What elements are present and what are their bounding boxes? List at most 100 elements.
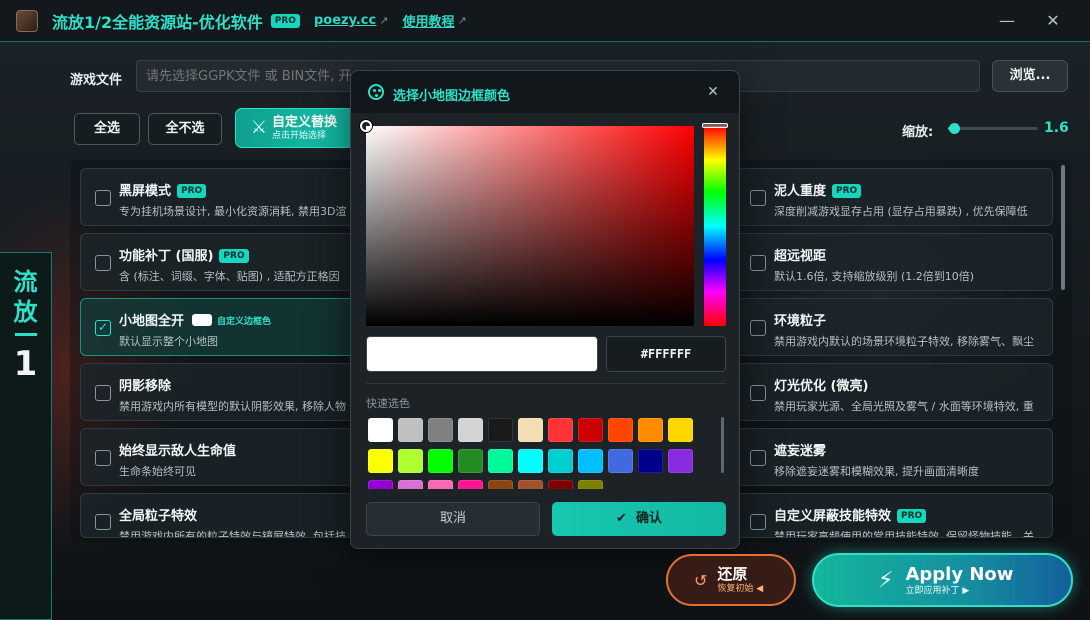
- feature-card[interactable]: 泥人重度 PRO 深度削减游戏显存占用 (显存占用暴跌) , 优先保障低: [735, 168, 1053, 226]
- minimize-button[interactable]: —: [996, 10, 1018, 32]
- hue-slider[interactable]: [704, 126, 726, 326]
- feature-title: 小地图全开: [119, 314, 185, 329]
- close-window-button[interactable]: ✕: [1042, 10, 1064, 32]
- color-swatch[interactable]: [548, 449, 573, 473]
- color-swatch[interactable]: [518, 480, 543, 489]
- color-swatch[interactable]: [638, 418, 663, 442]
- hex-input[interactable]: #FFFFFF: [606, 336, 726, 372]
- feature-description: 禁用游戏内所有的粒子特效与镜屏特效, 包括技: [119, 530, 346, 538]
- zoom-slider[interactable]: [948, 127, 1038, 130]
- checkbox[interactable]: [750, 385, 766, 401]
- checkbox[interactable]: [750, 255, 766, 271]
- color-swatch[interactable]: [518, 418, 543, 442]
- feature-title: 遮妄迷雾: [774, 444, 827, 459]
- feature-card[interactable]: ✓ 小地图全开 自定义边框色 默认显示整个小地图: [80, 298, 370, 356]
- apply-now-button[interactable]: ⚡ Apply Now 立即应用补丁 ▶: [812, 553, 1073, 607]
- color-swatch[interactable]: [458, 418, 483, 442]
- color-swatch[interactable]: [608, 418, 633, 442]
- zoom-slider-thumb[interactable]: [949, 123, 961, 134]
- color-swatch[interactable]: [668, 418, 693, 442]
- dialog-close-button[interactable]: ✕: [703, 82, 723, 102]
- color-swatch[interactable]: [668, 449, 693, 473]
- feature-card[interactable]: 环境粒子 禁用游戏内默认的场景环境粒子特效, 移除雾气、飘尘: [735, 298, 1053, 356]
- website-link[interactable]: poezy.cc: [314, 13, 376, 28]
- app-logo-icon: [16, 9, 38, 32]
- color-swatch[interactable]: [398, 480, 423, 489]
- checkbox[interactable]: [95, 190, 111, 206]
- color-swatch[interactable]: [368, 480, 393, 489]
- feature-card[interactable]: 功能补丁 (国服) PRO 含 (标注、词缀、字体、贴图) , 适配方正格因: [80, 233, 370, 291]
- pro-badge: PRO: [270, 13, 300, 28]
- color-swatch[interactable]: [428, 480, 453, 489]
- border-color-swatch[interactable]: [192, 314, 213, 326]
- feature-card[interactable]: 始终显示敌人生命值 生命条始终可见: [80, 428, 370, 486]
- feature-card[interactable]: 自定义屏蔽技能特效 PRO 禁用玩家高频使用的常用技能特效, 保留怪物技能、关: [735, 493, 1053, 538]
- feature-description: 禁用游戏内默认的场景环境粒子特效, 移除雾气、飘尘: [774, 335, 1034, 348]
- browse-button[interactable]: 浏览...: [992, 60, 1068, 92]
- color-swatch[interactable]: [518, 449, 543, 473]
- color-swatch[interactable]: [578, 480, 603, 489]
- dialog-title: 选择小地图边框颜色: [393, 89, 511, 104]
- swatches-scrollbar[interactable]: [721, 417, 724, 473]
- color-swatch[interactable]: [458, 449, 483, 473]
- custom-border-color-link[interactable]: 自定义边框色: [217, 317, 271, 327]
- checkbox[interactable]: [750, 320, 766, 336]
- feature-title: 超远视距: [774, 249, 827, 264]
- select-none-button[interactable]: 全不选: [148, 113, 222, 145]
- feature-title: 环境粒子: [774, 314, 827, 329]
- color-swatch[interactable]: [578, 418, 603, 442]
- feature-description: 专为挂机场景设计, 最小化资源消耗, 禁用3D渲: [119, 205, 347, 218]
- custom-replace-button[interactable]: ⚔ 自定义替换 点击开始选择: [235, 108, 355, 148]
- confirm-label: 确认: [635, 511, 662, 526]
- checkbox[interactable]: [95, 255, 111, 271]
- restore-button[interactable]: ↺ 还原 恢复初始 ◀: [666, 554, 796, 606]
- feature-card[interactable]: 阴影移除 禁用游戏内所有模型的默认阴影效果, 移除人物: [80, 363, 370, 421]
- color-swatch[interactable]: [608, 449, 633, 473]
- cancel-button[interactable]: 取消: [366, 502, 540, 536]
- custom-replace-label: 自定义替换: [272, 114, 338, 130]
- feature-card[interactable]: 黑屏模式 PRO 专为挂机场景设计, 最小化资源消耗, 禁用3D渲: [80, 168, 370, 226]
- checkbox[interactable]: [95, 385, 111, 401]
- color-swatch[interactable]: [398, 449, 423, 473]
- color-swatch[interactable]: [458, 480, 483, 489]
- color-swatch[interactable]: [548, 480, 573, 489]
- tutorial-link[interactable]: 使用教程: [402, 11, 454, 30]
- color-cursor[interactable]: [360, 120, 372, 132]
- color-swatch[interactable]: [398, 418, 423, 442]
- feature-description: 默认显示整个小地图: [119, 335, 218, 348]
- checkbox-checked[interactable]: ✓: [95, 320, 111, 336]
- crossed-swords-icon: ⚔: [250, 117, 268, 138]
- list-scrollbar[interactable]: [1061, 165, 1065, 290]
- color-swatch[interactable]: [488, 480, 513, 489]
- color-swatch[interactable]: [638, 449, 663, 473]
- color-swatch[interactable]: [368, 449, 393, 473]
- checkbox[interactable]: [95, 450, 111, 466]
- saturation-value-picker[interactable]: [360, 120, 694, 326]
- select-all-button[interactable]: 全选: [74, 113, 140, 145]
- color-swatch[interactable]: [488, 449, 513, 473]
- color-swatch[interactable]: [428, 418, 453, 442]
- feature-card[interactable]: 全局粒子特效 禁用游戏内所有的粒子特效与镜屏特效, 包括技: [80, 493, 370, 538]
- feature-description: 禁用游戏内所有模型的默认阴影效果, 移除人物: [119, 400, 346, 413]
- feature-card[interactable]: 遮妄迷雾 移除遮妄迷雾和模糊效果, 提升画面清晰度: [735, 428, 1053, 486]
- feature-card[interactable]: 灯光优化 (微亮) 禁用玩家光源、全局光照及雾气 / 水面等环境特效, 重: [735, 363, 1053, 421]
- feature-card[interactable]: 超远视距 默认1.6倍, 支持缩放级别 (1.2倍到10倍): [735, 233, 1053, 291]
- checkbox[interactable]: [95, 514, 111, 530]
- pro-badge: PRO: [219, 249, 249, 263]
- undo-icon: ↺: [694, 570, 708, 590]
- checkbox[interactable]: [750, 190, 766, 206]
- feature-description: 默认1.6倍, 支持缩放级别 (1.2倍到10倍): [774, 270, 975, 283]
- hue-slider-thumb[interactable]: [702, 123, 728, 128]
- confirm-button[interactable]: ✔ 确认: [552, 502, 726, 536]
- checkbox[interactable]: [750, 450, 766, 466]
- checkbox[interactable]: [750, 514, 766, 530]
- color-swatch[interactable]: [578, 449, 603, 473]
- color-swatch[interactable]: [488, 418, 513, 442]
- banner-number: 1: [13, 344, 38, 384]
- color-swatch[interactable]: [428, 449, 453, 473]
- feature-title: 泥人重度: [774, 184, 827, 199]
- color-swatch[interactable]: [548, 418, 573, 442]
- pro-badge: PRO: [897, 509, 927, 523]
- color-swatch[interactable]: [368, 418, 393, 442]
- lightning-icon: ⚡: [878, 567, 894, 593]
